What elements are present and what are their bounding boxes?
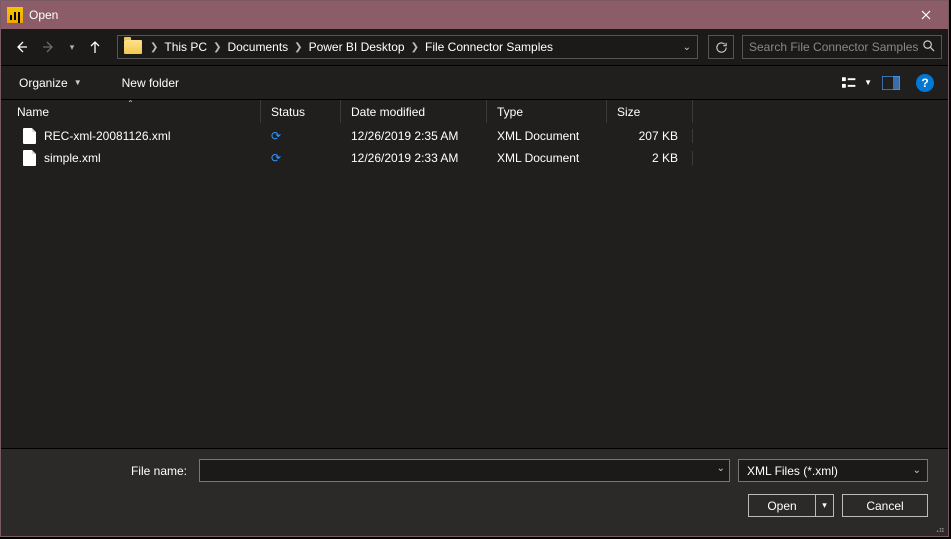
column-headers: ⌃ Name Status Date modified Type Size <box>1 99 948 123</box>
toolbar: Organize▼ New folder ▼ ? <box>1 65 948 99</box>
chevron-down-icon[interactable]: ⌄ <box>683 42 691 53</box>
breadcrumb[interactable]: Documents <box>223 40 292 54</box>
column-type[interactable]: Type <box>487 100 607 123</box>
forward-button[interactable] <box>37 35 61 59</box>
column-status[interactable]: Status <box>261 100 341 123</box>
filetype-filter[interactable]: XML Files (*.xml) ⌄ <box>738 459 928 482</box>
column-size[interactable]: Size <box>607 100 693 123</box>
newfolder-button[interactable]: New folder <box>118 72 183 94</box>
refresh-button[interactable] <box>708 35 734 59</box>
open-dialog: Open ▾ ❯ This PC ❯ Documents ❯ Power BI … <box>0 0 949 537</box>
file-icon <box>23 128 36 144</box>
titlebar: Open <box>1 1 948 29</box>
breadcrumb[interactable]: This PC <box>160 40 211 54</box>
folder-icon <box>124 40 142 54</box>
file-row[interactable]: REC-xml-20081126.xml ⟳ 12/26/2019 2:35 A… <box>1 125 948 147</box>
breadcrumb[interactable]: Power BI Desktop <box>305 40 409 54</box>
chevron-down-icon: ⌄ <box>913 465 921 476</box>
chevron-right-icon[interactable]: ❯ <box>211 42 223 53</box>
chevron-right-icon[interactable]: ❯ <box>148 42 160 53</box>
close-button[interactable] <box>903 1 948 29</box>
filename-label: File name: <box>21 464 191 478</box>
file-row[interactable]: simple.xml ⟳ 12/26/2019 2:33 AM XML Docu… <box>1 147 948 169</box>
open-split-dropdown[interactable]: ▾ <box>815 495 833 516</box>
view-options-button[interactable]: ▼ <box>842 72 872 94</box>
sync-icon: ⟳ <box>271 151 281 165</box>
navbar: ▾ ❯ This PC ❯ Documents ❯ Power BI Deskt… <box>1 29 948 65</box>
chevron-down-icon: ▼ <box>864 78 872 87</box>
recent-locations-dropdown[interactable]: ▾ <box>65 42 79 53</box>
powerbi-icon <box>7 7 23 23</box>
open-button[interactable]: Open ▾ <box>748 494 834 517</box>
breadcrumb[interactable]: File Connector Samples <box>421 40 557 54</box>
resize-grip[interactable]: ⠴⠆ <box>935 528 946 534</box>
sync-icon: ⟳ <box>271 129 281 143</box>
up-button[interactable] <box>83 35 107 59</box>
column-name[interactable]: ⌃ Name <box>1 100 261 123</box>
cancel-button[interactable]: Cancel <box>842 494 928 517</box>
search-placeholder: Search File Connector Samples <box>749 40 918 54</box>
back-button[interactable] <box>9 35 33 59</box>
address-bar[interactable]: ❯ This PC ❯ Documents ❯ Power BI Desktop… <box>117 35 698 59</box>
window-title: Open <box>29 8 58 22</box>
chevron-right-icon[interactable]: ❯ <box>409 42 421 53</box>
sort-asc-icon: ⌃ <box>127 99 134 108</box>
filename-input[interactable]: ⌄ <box>199 459 730 482</box>
chevron-down-icon[interactable]: ⌄ <box>717 463 725 474</box>
chevron-down-icon: ▼ <box>74 78 82 87</box>
help-button[interactable]: ? <box>916 74 934 92</box>
file-list: REC-xml-20081126.xml ⟳ 12/26/2019 2:35 A… <box>1 123 948 445</box>
organize-button[interactable]: Organize▼ <box>15 72 86 94</box>
bottom-panel: File name: ⌄ XML Files (*.xml) ⌄ Open ▾ … <box>1 448 948 536</box>
chevron-right-icon[interactable]: ❯ <box>292 42 304 53</box>
preview-pane-button[interactable] <box>876 72 906 94</box>
search-icon <box>922 39 935 55</box>
file-icon <box>23 150 36 166</box>
column-date[interactable]: Date modified <box>341 100 487 123</box>
search-input[interactable]: Search File Connector Samples <box>742 35 942 59</box>
